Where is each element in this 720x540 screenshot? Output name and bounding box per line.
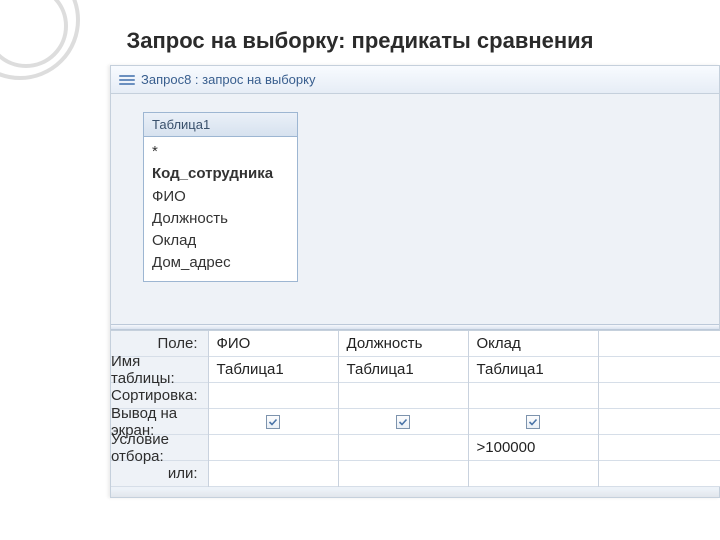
tables-pane[interactable]: Таблица1 * Код_сотрудника ФИО Должность …	[111, 94, 719, 324]
table-card-title[interactable]: Таблица1	[144, 113, 297, 137]
query-design-window: Запрос8 : запрос на выборку Таблица1 * К…	[110, 65, 720, 498]
datasheet-icon	[119, 73, 135, 87]
checkbox-checked-icon[interactable]	[526, 415, 540, 429]
label-or: или:	[111, 461, 208, 487]
field-fio[interactable]: ФИО	[144, 186, 297, 208]
cell-sort[interactable]	[209, 383, 338, 409]
field-address[interactable]: Дом_адрес	[144, 252, 297, 274]
table-card[interactable]: Таблица1 * Код_сотрудника ФИО Должность …	[143, 112, 298, 282]
qbe-col-2: Должность Таблица1	[338, 331, 468, 487]
field-position[interactable]: Должность	[144, 208, 297, 230]
cell-sort[interactable]	[339, 383, 468, 409]
qbe-col-1: ФИО Таблица1	[208, 331, 338, 487]
qbe-columns: ФИО Таблица1 Должность Таблица1	[208, 331, 720, 487]
cell-empty[interactable]	[599, 331, 720, 357]
cell-or[interactable]	[209, 461, 338, 487]
cell-sort[interactable]	[469, 383, 598, 409]
cell-field[interactable]: ФИО	[209, 331, 338, 357]
checkbox-checked-icon[interactable]	[396, 415, 410, 429]
field-pk[interactable]: Код_сотрудника	[144, 163, 297, 185]
cell-criteria[interactable]	[339, 435, 468, 461]
label-criteria: Условие отбора:	[111, 435, 208, 461]
cell-empty[interactable]	[599, 383, 720, 409]
qbe-col-empty	[598, 331, 720, 487]
qbe-grid: Поле: Имя таблицы: Сортировка: Вывод на …	[111, 330, 719, 487]
cell-show[interactable]	[209, 409, 338, 435]
cell-field[interactable]: Должность	[339, 331, 468, 357]
cell-empty[interactable]	[599, 409, 720, 435]
cell-or[interactable]	[469, 461, 598, 487]
cell-table[interactable]: Таблица1	[209, 357, 338, 383]
checkbox-checked-icon[interactable]	[266, 415, 280, 429]
field-all[interactable]: *	[144, 141, 297, 163]
cell-empty[interactable]	[599, 461, 720, 487]
cell-table[interactable]: Таблица1	[469, 357, 598, 383]
window-title-text: Запрос8 : запрос на выборку	[141, 72, 315, 87]
cell-field[interactable]: Оклад	[469, 331, 598, 357]
cell-empty[interactable]	[599, 357, 720, 383]
field-salary[interactable]: Оклад	[144, 230, 297, 252]
cell-show[interactable]	[469, 409, 598, 435]
shadow-decoration	[111, 489, 719, 497]
label-table: Имя таблицы:	[111, 357, 208, 383]
cell-or[interactable]	[339, 461, 468, 487]
slide-title: Запрос на выборку: предикаты сравнения	[0, 28, 720, 54]
cell-criteria[interactable]: >100000	[469, 435, 598, 461]
cell-empty[interactable]	[599, 435, 720, 461]
cell-criteria[interactable]	[209, 435, 338, 461]
window-titlebar[interactable]: Запрос8 : запрос на выборку	[111, 66, 719, 94]
cell-table[interactable]: Таблица1	[339, 357, 468, 383]
table-field-list: * Код_сотрудника ФИО Должность Оклад Дом…	[144, 137, 297, 281]
cell-show[interactable]	[339, 409, 468, 435]
qbe-col-3: Оклад Таблица1 >100000	[468, 331, 598, 487]
qbe-row-labels: Поле: Имя таблицы: Сортировка: Вывод на …	[111, 331, 208, 487]
